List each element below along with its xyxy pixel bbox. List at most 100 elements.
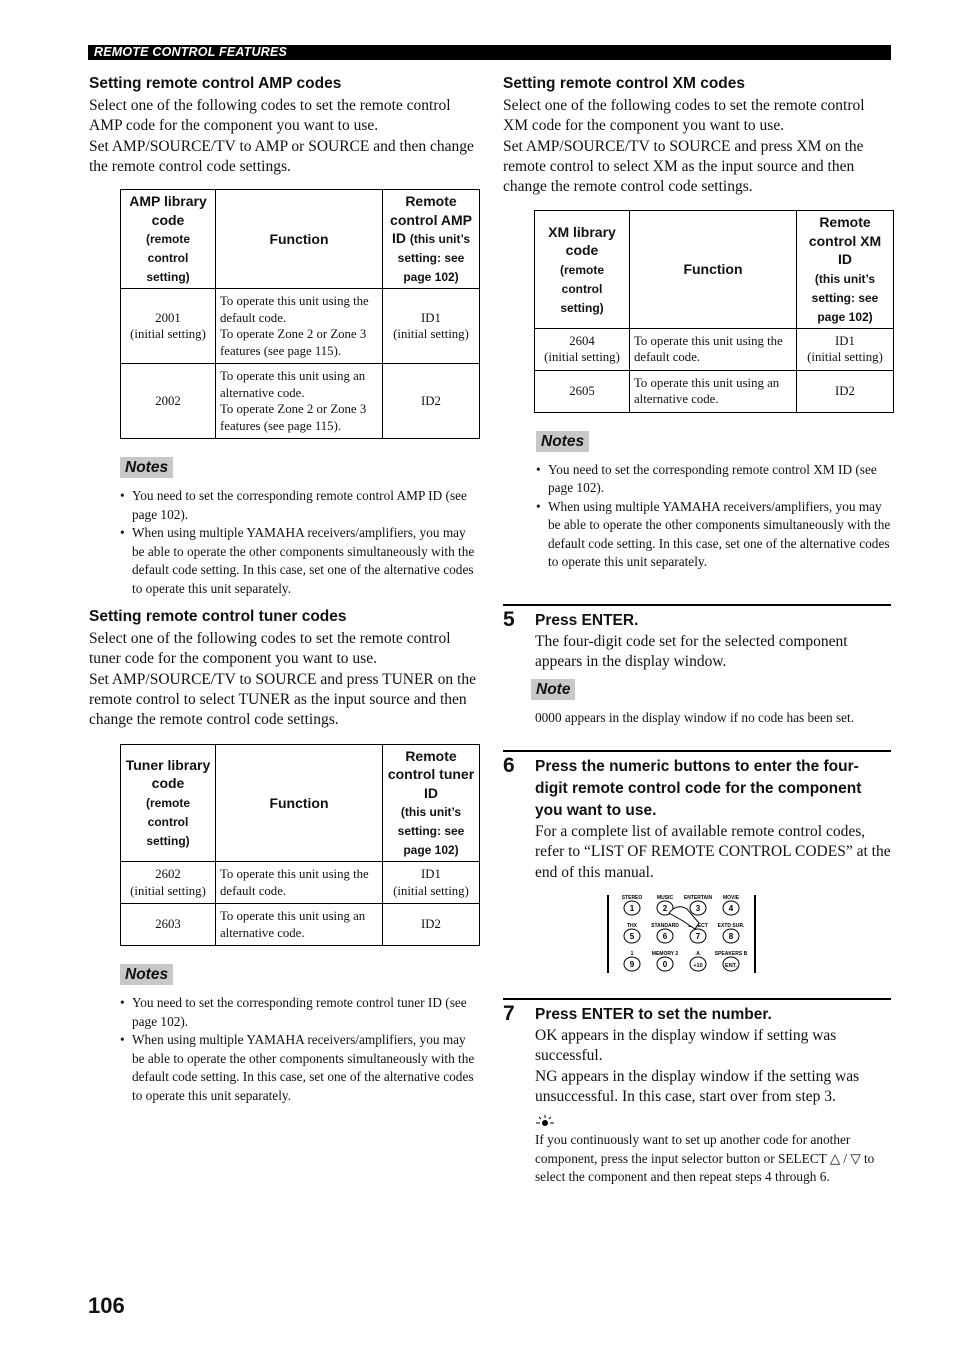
remote-key-label: MEMORY 2	[652, 951, 679, 957]
remote-key-digit: 4	[729, 904, 734, 913]
col-header-code: Tuner library code (remote control settin…	[120, 743, 216, 863]
note-item: When using multiple YAMAHA receivers/amp…	[120, 1031, 481, 1105]
amp-notes-list: You need to set the corresponding remote…	[120, 487, 481, 598]
note-item: When using multiple YAMAHA receivers/amp…	[120, 524, 481, 598]
id-cell: ID2	[796, 369, 894, 413]
remote-key-label: ENTERTAIN	[684, 895, 713, 901]
table-row: 2001 (initial setting) To operate this un…	[120, 288, 480, 365]
remote-key-5: THX 5	[623, 923, 641, 944]
step-7: 7 Press ENTER to set the number. OK appe…	[503, 998, 891, 1187]
right-column: Setting remote control XM codes Select o…	[503, 74, 894, 572]
remote-key-8: EXTD SUR. 8	[718, 923, 745, 944]
remote-key-digit: +10	[693, 963, 702, 969]
id-cell: ID2	[382, 363, 480, 440]
tuner-codes-table: Tuner library code (remote control settin…	[120, 743, 480, 947]
note-label: Note	[531, 678, 576, 700]
table-row: 2604 (initial setting) To operate this un…	[534, 327, 894, 371]
amp-intro-1: Select one of the following codes to set…	[89, 97, 451, 135]
remote-key-label: MUSIC	[657, 895, 674, 901]
step-body: OK appears in the display window if sett…	[535, 1027, 837, 1065]
remote-key-4: MOVIE 4	[722, 895, 740, 916]
col-header-id: Remote control AMP ID (this unit’s setti…	[382, 189, 480, 290]
code-cell: 2603	[120, 903, 216, 947]
function-cell: To operate this unit using the default c…	[215, 288, 383, 365]
remote-key-label: STANDARD	[651, 923, 679, 929]
col-header-code: XM library code (remote control setting)	[534, 210, 630, 329]
amp-codes-table: AMP library code (remote control setting)…	[120, 189, 480, 440]
table-row: 2603 To operate this unit using an alter…	[120, 903, 480, 947]
code-cell: 2604 (initial setting)	[534, 327, 630, 371]
remote-key-label: STEREO	[622, 895, 643, 901]
step-body: NG appears in the display window if the …	[535, 1067, 860, 1105]
function-cell: To operate this unit using an alternativ…	[629, 369, 797, 413]
table-header-row: Tuner library code (remote control settin…	[120, 743, 480, 863]
remote-key-label: 1	[631, 951, 634, 957]
remote-key-label: SPEAKERS B	[715, 951, 748, 957]
table-header-row: XM library code (remote control setting) …	[534, 210, 894, 329]
note-item: You need to set the corresponding remote…	[120, 994, 481, 1031]
section-title: REMOTE CONTROL FEATURES	[94, 45, 288, 59]
function-cell: To operate this unit using an alternativ…	[215, 903, 383, 947]
step-5: 5 Press ENTER. The four-digit code set f…	[503, 604, 891, 727]
remote-key-label: THX	[627, 923, 638, 929]
step-title: Press the numeric buttons to enter the f…	[535, 758, 862, 819]
code-cell: 2605	[534, 369, 630, 413]
col-header-code: AMP library code (remote control setting)	[120, 189, 216, 290]
id-cell: ID1 (initial setting)	[796, 327, 894, 371]
remote-key-digit: 1	[630, 904, 635, 913]
code-cell: 2001 (initial setting)	[120, 288, 216, 365]
col-header-function: Function	[629, 210, 797, 329]
remote-key-1: STEREO 1	[622, 895, 643, 916]
tuner-notes-list: You need to set the corresponding remote…	[120, 994, 481, 1105]
remote-key-digit: 6	[663, 932, 668, 941]
xm-codes-table: XM library code (remote control setting) …	[534, 210, 894, 413]
note-item: You need to set the corresponding remote…	[536, 461, 893, 498]
id-cell: ID1 (initial setting)	[382, 861, 480, 905]
step-number: 7	[503, 1002, 515, 1025]
table-header-row: AMP library code (remote control setting)…	[120, 189, 480, 290]
table-row: 2605 To operate this unit using an alter…	[534, 369, 894, 413]
xm-intro-2: Set AMP/SOURCE/TV to SOURCE and press XM…	[503, 137, 864, 196]
remote-key-digit: 7	[696, 932, 701, 941]
code-cell: 2002	[120, 363, 216, 440]
amp-intro-2: Set AMP/SOURCE/TV to AMP or SOURCE and t…	[89, 137, 474, 175]
left-column: Setting remote control AMP codes Select …	[89, 74, 481, 1105]
step-title: Press ENTER to set the number.	[535, 1006, 772, 1023]
remote-key-9: 19	[623, 951, 641, 972]
function-cell: To operate this unit using the default c…	[215, 861, 383, 905]
remote-key-digit: 2	[663, 904, 668, 913]
remote-key-digit: 3	[696, 904, 701, 913]
id-cell: ID1 (initial setting)	[382, 288, 480, 365]
remote-key-digit: 9	[630, 960, 635, 969]
section-header-bar: REMOTE CONTROL FEATURES	[88, 45, 891, 60]
remote-key-digit: 0	[663, 960, 668, 969]
col-header-id: Remote control XM ID (this unit’s setting…	[796, 210, 894, 329]
notes-label: Notes	[536, 430, 590, 452]
remote-key-label: EXTD SUR.	[718, 923, 745, 929]
step-body: For a complete list of available remote …	[535, 823, 891, 881]
notes-label: Notes	[120, 457, 174, 479]
page-number: 106	[88, 1293, 125, 1318]
code-cell: 2602 (initial setting)	[120, 861, 216, 905]
col-header-function: Function	[215, 743, 383, 863]
xm-notes-list: You need to set the corresponding remote…	[536, 461, 893, 572]
function-cell: To operate this unit using an alternativ…	[215, 363, 383, 440]
remote-key-ENT.: SPEAKERS B ENT.	[715, 951, 748, 972]
step-note: 0000 appears in the display window if no…	[535, 709, 855, 725]
xm-intro-1: Select one of the following codes to set…	[503, 97, 865, 135]
remote-key-label: MOVIE	[723, 895, 740, 901]
remote-key-digit: 8	[729, 932, 734, 941]
lightbulb-tip-icon	[536, 1115, 554, 1127]
tuner-heading: Setting remote control tuner codes	[89, 608, 347, 626]
remote-key-digit: 5	[630, 932, 635, 941]
note-item: When using multiple YAMAHA receivers/amp…	[536, 498, 893, 572]
remote-key-0: MEMORY 2 0	[652, 951, 679, 972]
col-header-function: Function	[215, 189, 383, 290]
tuner-intro-2: Set AMP/SOURCE/TV to SOURCE and press TU…	[89, 670, 476, 729]
step-body: The four-digit code set for the selected…	[535, 633, 848, 671]
amp-heading: Setting remote control AMP codes	[89, 75, 342, 92]
remote-keypad-illustration: STEREO 1 MUSIC 2 ENTERTAIN 3 MOVIE 4 THX 5 STANDAR…	[607, 895, 756, 973]
step-number: 5	[503, 608, 515, 631]
step-number: 6	[503, 754, 515, 777]
remote-key-6: STANDARD 6	[651, 923, 679, 944]
